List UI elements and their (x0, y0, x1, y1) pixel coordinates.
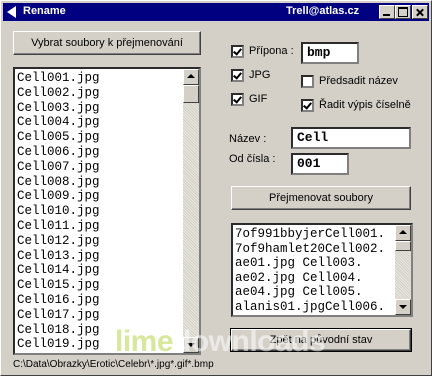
gif-label: GIF (249, 93, 268, 105)
rename-preview-listbox[interactable]: 7of991bbyjerCell001. 7of9hamlet20Cell002.… (231, 223, 413, 317)
file-list-item[interactable]: Cell018.jpg (17, 323, 100, 338)
scroll-thumb[interactable] (395, 241, 411, 251)
file-list-item[interactable]: Cell014.jpg (17, 263, 100, 278)
file-list-item[interactable]: Cell019.jpg (17, 337, 100, 352)
file-list-item[interactable]: Cell004.jpg (17, 115, 100, 130)
jpg-checkbox[interactable] (231, 69, 244, 82)
extension-label: Přípona : (249, 45, 294, 57)
file-list-item[interactable]: Cell011.jpg (17, 219, 100, 234)
file-list: Cell001.jpg Cell002.jpg Cell003.jpg Cell004… (17, 71, 100, 352)
rename-window: Rename Trell@atlas.cz Vybrat soubory k p… (0, 0, 432, 376)
prefix-name-label: Předsadit název (319, 75, 398, 87)
user-email: Trell@atlas.cz (286, 5, 360, 17)
window-title: Rename (23, 5, 66, 17)
rename-files-button[interactable]: Přejmenovat soubory (231, 186, 411, 210)
rename-list-item[interactable]: ae01.jpg Cell003. (235, 256, 385, 271)
scroll-up-button[interactable] (395, 225, 411, 241)
name-label: Název : (229, 133, 267, 145)
select-files-button[interactable]: Vybrat soubory k přejmenování (13, 31, 201, 55)
file-list-item[interactable]: Cell002.jpg (17, 86, 100, 101)
file-list-item[interactable]: Cell010.jpg (17, 204, 100, 219)
restore-original-button[interactable]: Zpět na původní stav (230, 328, 412, 352)
start-number-label: Od čísla : (229, 153, 276, 165)
name-field[interactable]: Cell (291, 127, 411, 149)
file-list-item[interactable]: Cell008.jpg (17, 175, 100, 190)
prefix-name-checkbox[interactable] (301, 75, 314, 88)
rename-list-item[interactable]: ae02.jpg Cell004. (235, 271, 385, 286)
rename-list-item[interactable]: alanis01.jpgCell006. (235, 300, 385, 315)
rename-preview-list: 7of991bbyjerCell001. 7of9hamlet20Cell002.… (235, 227, 385, 315)
scroll-down-button[interactable] (183, 337, 199, 353)
file-list-item[interactable]: Cell015.jpg (17, 278, 100, 293)
extension-field[interactable]: bmp (301, 42, 359, 64)
extension-checkbox[interactable] (231, 45, 244, 58)
status-path: C:\Data\Obrazky\Erotic\Celebr\*.jpg*.gif… (13, 359, 214, 370)
start-number-field[interactable]: 001 (291, 153, 349, 175)
app-icon (7, 6, 16, 18)
file-listbox[interactable]: Cell001.jpg Cell002.jpg Cell003.jpg Cell004… (13, 67, 201, 355)
close-button[interactable] (412, 5, 428, 19)
file-list-scrollbar[interactable] (183, 69, 199, 353)
file-list-item[interactable]: Cell016.jpg (17, 293, 100, 308)
file-list-item[interactable]: Cell003.jpg (17, 101, 100, 116)
rename-list-scrollbar[interactable] (395, 225, 411, 315)
file-list-item[interactable]: Cell012.jpg (17, 234, 100, 249)
file-list-item[interactable]: Cell005.jpg (17, 130, 100, 145)
rename-list-item[interactable]: ae04.jpg Cell005. (235, 285, 385, 300)
scroll-down-button[interactable] (395, 299, 411, 315)
scroll-up-button[interactable] (183, 69, 199, 85)
file-list-item[interactable]: Cell007.jpg (17, 160, 100, 175)
file-list-item[interactable]: Cell006.jpg (17, 145, 100, 160)
file-list-item[interactable]: Cell001.jpg (17, 71, 100, 86)
file-list-item[interactable]: Cell017.jpg (17, 308, 100, 323)
minimize-button[interactable] (379, 5, 395, 19)
scroll-thumb[interactable] (183, 85, 199, 103)
rename-list-item[interactable]: 7of991bbyjerCell001. (235, 227, 385, 242)
jpg-label: JPG (249, 69, 271, 81)
sort-numerically-checkbox[interactable] (301, 99, 314, 112)
sort-numerically-label: Řadit výpis číselně (319, 99, 411, 111)
maximize-button[interactable] (395, 5, 411, 19)
file-list-item[interactable]: Cell009.jpg (17, 189, 100, 204)
file-list-item[interactable]: Cell013.jpg (17, 249, 100, 264)
gif-checkbox[interactable] (231, 93, 244, 106)
title-bar[interactable]: Rename Trell@atlas.cz (3, 3, 429, 21)
rename-list-item[interactable]: 7of9hamlet20Cell002. (235, 242, 385, 257)
